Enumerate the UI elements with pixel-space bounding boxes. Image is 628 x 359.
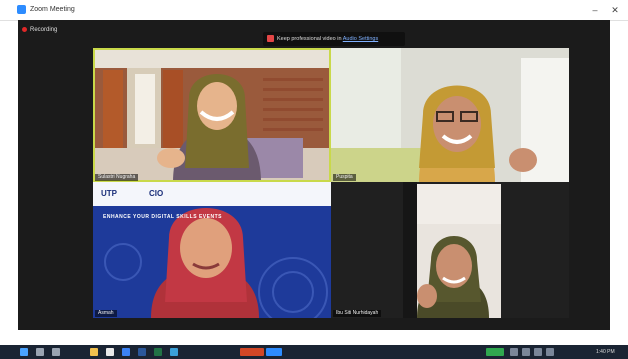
window-title: Zoom Meeting	[30, 6, 75, 13]
close-button[interactable]: ✕	[608, 3, 622, 17]
taskview-icon[interactable]	[52, 348, 60, 356]
chrome-icon[interactable]	[106, 348, 114, 356]
participant-video	[93, 182, 331, 318]
participant-name: Sulastri Nugraha	[95, 174, 139, 181]
slide-logo-mid: CIO	[149, 189, 164, 198]
windows-taskbar: 1:40 PM	[0, 345, 628, 359]
language-icon[interactable]	[546, 348, 554, 356]
word-icon[interactable]	[138, 348, 146, 356]
recording-indicator[interactable]: Recording	[22, 25, 57, 35]
video-tile-bottom-left[interactable]: UTP CIO ENHANCE YOUR DIGITAL SKILLS EVEN…	[93, 182, 331, 318]
recording-label: Recording	[30, 27, 58, 33]
participant-video	[331, 182, 569, 318]
participant-name: Puspita	[333, 174, 356, 181]
explorer-icon[interactable]	[90, 348, 98, 356]
participant-video	[93, 48, 331, 182]
tray-app-icon[interactable]	[486, 348, 504, 356]
participant-video	[331, 48, 569, 182]
slide-headline: ENHANCE YOUR DIGITAL SKILLS EVENTS	[103, 214, 222, 220]
volume-icon[interactable]	[522, 348, 530, 356]
participant-name: Asmah	[95, 310, 117, 317]
video-tile-top-left[interactable]: Sulastri Nugraha	[93, 48, 331, 182]
powerpoint-icon[interactable]	[240, 348, 264, 356]
window-titlebar: Zoom Meeting – ✕	[0, 0, 628, 21]
windows-icon[interactable]	[20, 348, 28, 356]
minimize-button[interactable]: –	[588, 3, 602, 17]
record-dot-icon	[22, 26, 27, 32]
meeting-stage: Recording Keep professional video in Aud…	[18, 20, 610, 330]
video-tile-bottom-right[interactable]: Ibu Siti Nurhidayah	[331, 182, 569, 318]
excel-icon[interactable]	[154, 348, 162, 356]
participant-name: Ibu Siti Nurhidayah	[333, 310, 382, 317]
slide-logo-left: UTP	[101, 189, 117, 198]
battery-icon[interactable]	[534, 348, 542, 356]
video-tile-top-right[interactable]: Puspita	[331, 48, 569, 182]
zoom-icon[interactable]	[266, 348, 282, 356]
photos-icon[interactable]	[170, 348, 178, 356]
banner-text: Keep professional video in	[277, 36, 342, 42]
network-icon[interactable]	[510, 348, 518, 356]
audio-settings-link[interactable]: Audio Settings	[343, 36, 378, 42]
notification-banner: Keep professional video in Audio Setting…	[263, 32, 405, 46]
taskbar-clock[interactable]: 1:40 PM	[596, 348, 615, 356]
search-icon[interactable]	[36, 348, 44, 356]
alert-icon	[267, 35, 274, 42]
zoom-app-icon	[17, 5, 26, 14]
edge-icon[interactable]	[122, 348, 130, 356]
